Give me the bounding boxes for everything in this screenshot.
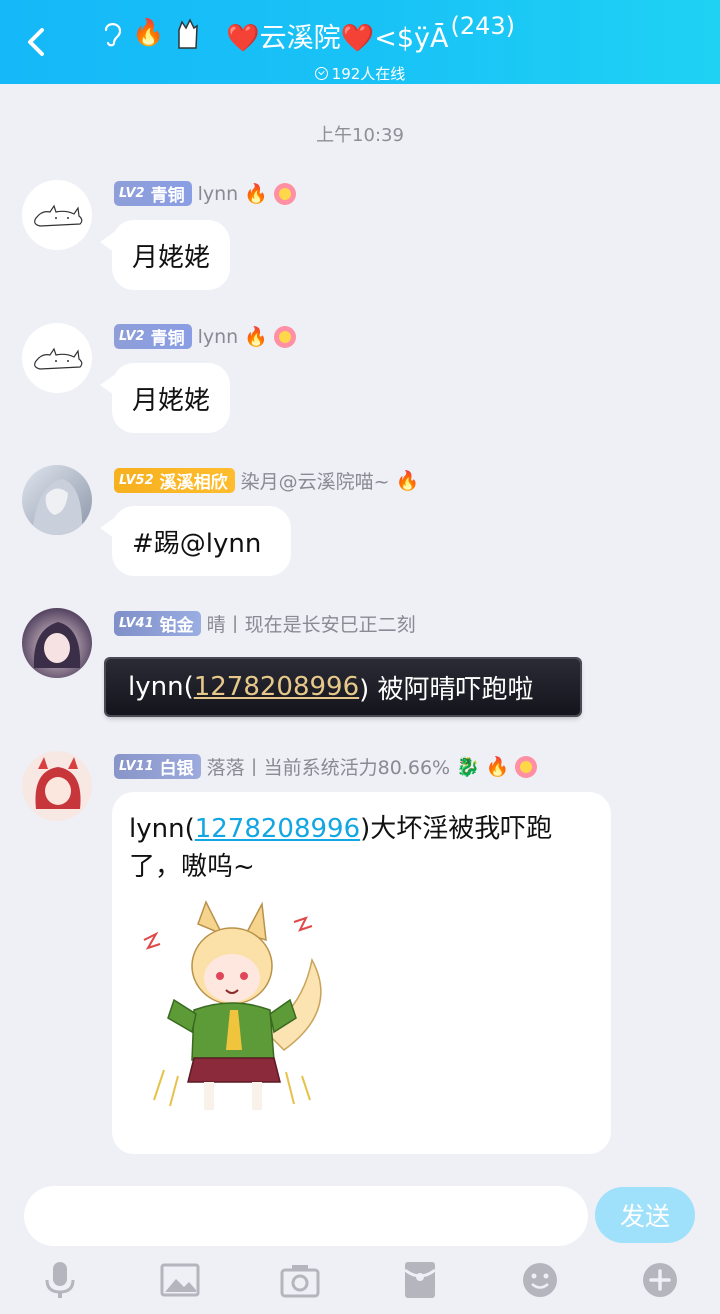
online-icon [314,67,328,80]
level-badge: LV2 青铜 [114,324,192,349]
send-button[interactable]: 发送 [595,1187,695,1243]
sender-meta: LV52 溪溪相欣 染月@云溪院喵~ 🔥 [114,467,419,494]
flower-icon [515,755,538,778]
more-button[interactable] [638,1258,682,1302]
level-badge: LV2 青铜 [114,181,192,206]
camera-icon [280,1265,320,1298]
image-button[interactable] [158,1258,202,1302]
online-status: 192人在线 [0,63,720,84]
message-timestamp: 上午10:39 [316,125,404,146]
user-id-link[interactable]: 1278208996 [194,672,359,702]
fire-icon: 🔥 [485,756,510,778]
group-name: ❤️云溪院❤️<$ÿĀ [226,23,449,54]
group-flags: 🔥 [100,16,202,50]
sender-meta: LV2 青铜 lynn 🔥 [114,181,296,206]
microphone-icon [45,1262,75,1298]
fire-icon: 🔥 [132,18,165,48]
sender-meta: LV11 白银 落落丨当前系统活力80.66% 🐉 🔥 [114,753,538,780]
plus-icon [643,1263,677,1297]
sender-name[interactable]: 晴丨现在是长安巳正二刻 [207,610,416,637]
message-text: #踢@lynn [132,528,262,559]
flower-icon [273,182,296,205]
message-bubble[interactable]: 月姥姥 [99,363,231,433]
image-icon [160,1263,200,1297]
ear-icon [104,23,122,47]
sender-name[interactable]: 落落丨当前系统活力80.66% [207,753,450,780]
voice-button[interactable] [38,1258,82,1302]
fire-icon: 🔥 [395,470,420,492]
group-title[interactable]: ❤️云溪院❤️<$ÿĀ (243) [226,12,515,55]
level-badge: LV52 溪溪相欣 [114,468,235,493]
member-count: (243) [450,12,516,40]
avatar[interactable] [22,751,92,821]
emoji-icon [523,1263,557,1297]
message-input[interactable] [24,1186,588,1246]
chat-header: 🔥 ❤️云溪院❤️<$ÿĀ (243) 192人在线 [0,0,720,84]
back-arrow-icon[interactable] [22,22,52,62]
red-packet-button[interactable] [398,1258,442,1302]
fox-girl-sticker-icon [143,900,322,1110]
sender-name[interactable]: 染月@云溪院喵~ [241,467,390,494]
message-bubble[interactable]: 月姥姥 [99,220,231,290]
emoji-button[interactable] [518,1258,562,1302]
avatar[interactable] [22,180,92,250]
anime-avatar [33,622,81,668]
sticker-image[interactable] [134,900,334,1120]
message-text-prefix: lynn( [128,672,194,702]
message-bubble[interactable]: lynn(1278208996)大坏淫被我吓跑了，嗷呜~ [112,792,611,1154]
red-packet-icon [404,1262,436,1298]
dragon-icon: 🐉 [456,756,480,778]
special-message-bubble[interactable]: lynn(1278208996) 被阿晴吓跑啦 [106,659,580,715]
message-text-suffix: ) 被阿晴吓跑啦 [359,674,534,705]
avatar[interactable] [22,465,92,535]
online-count: 192人在线 [331,65,406,83]
fire-icon: 🔥 [244,326,268,348]
input-toolbar [0,1252,720,1314]
avatar[interactable] [22,608,92,678]
message-text: lynn(1278208996)大坏淫被我吓跑了，嗷呜~ [129,814,553,882]
anime-avatar [35,757,81,809]
sender-meta: LV2 青铜 lynn 🔥 [114,324,296,349]
cat-doodle-avatar [34,347,83,370]
anime-avatar [32,479,83,535]
sender-name[interactable]: lynn [198,183,239,205]
fire-icon: 🔥 [244,183,268,205]
hand-icon [178,18,199,49]
flower-icon [273,325,296,348]
camera-button[interactable] [278,1258,322,1302]
message-bubble[interactable]: #踢@lynn [100,506,291,576]
message-text: 月姥姥 [132,242,211,273]
user-id-link[interactable]: 1278208996 [195,814,360,844]
sender-meta: LV41 铂金 晴丨现在是长安巳正二刻 [114,610,416,637]
sender-name[interactable]: lynn [198,326,239,348]
level-badge: LV41 铂金 [114,611,201,636]
level-badge: LV11 白银 [114,754,201,779]
message-text: 月姥姥 [132,385,211,416]
cat-doodle-avatar [34,204,83,227]
avatar[interactable] [22,323,92,393]
